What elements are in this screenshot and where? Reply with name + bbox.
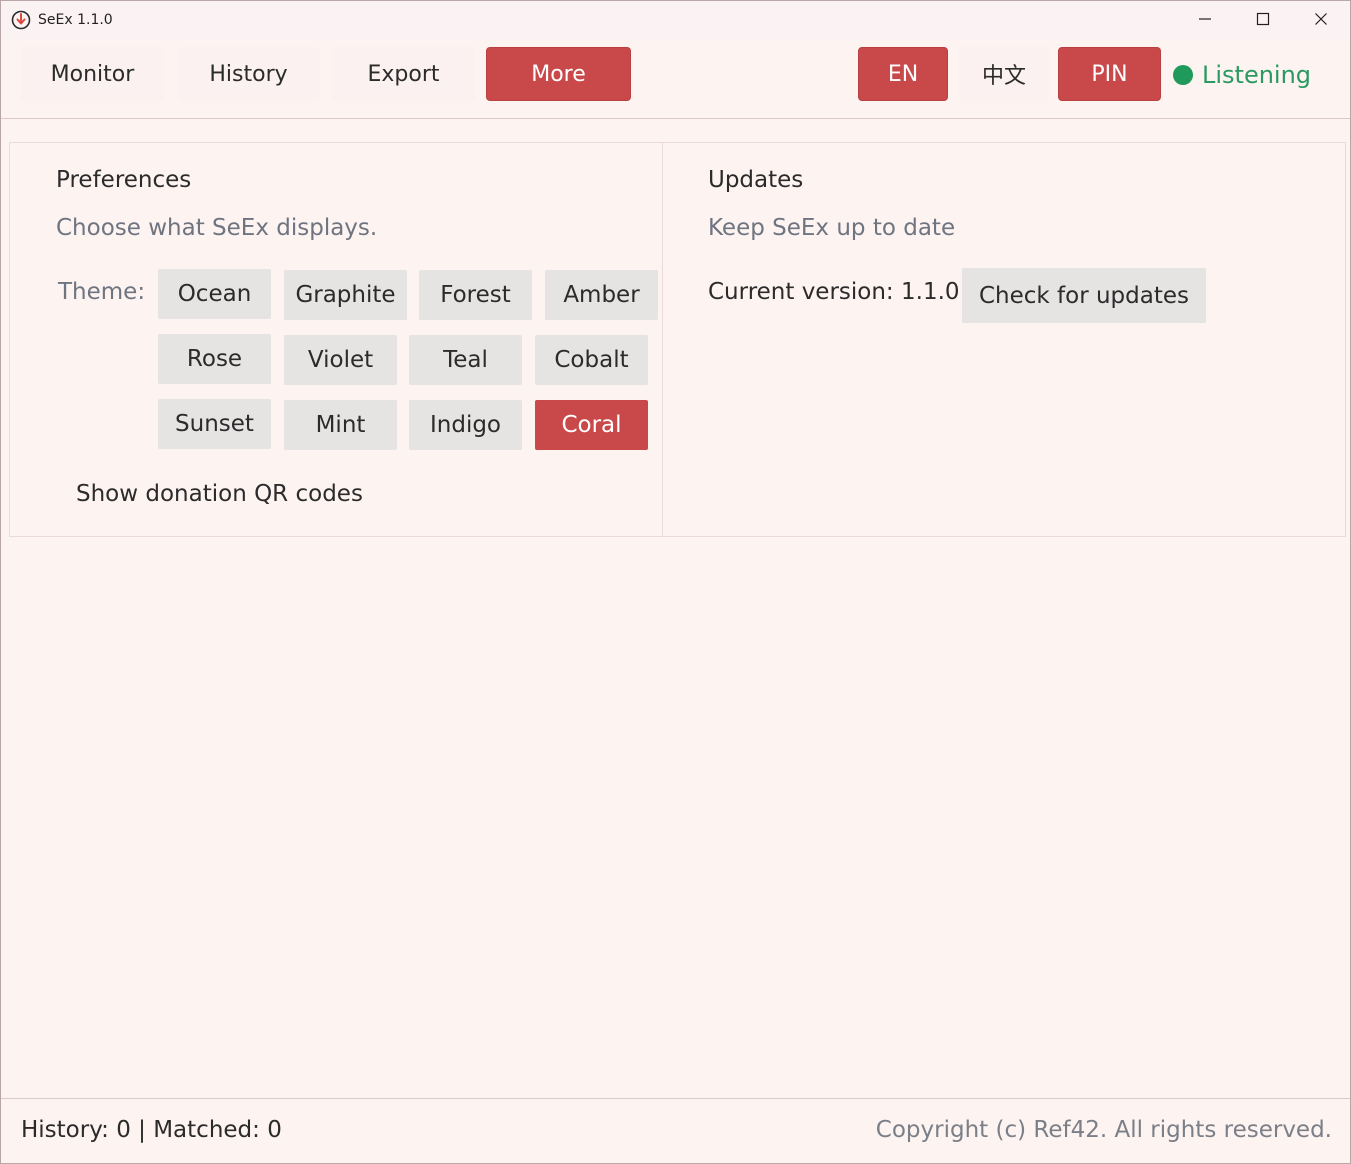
- close-button[interactable]: [1292, 1, 1350, 39]
- theme-forest-button[interactable]: Forest: [419, 270, 532, 320]
- app-logo-icon: [11, 10, 31, 30]
- theme-ocean-button[interactable]: Ocean: [158, 269, 271, 319]
- tab-monitor[interactable]: Monitor: [21, 47, 164, 101]
- title-bar: SeEx 1.1.0: [1, 1, 1350, 39]
- app-window: SeEx 1.1.0 Monitor History Export More E…: [0, 0, 1351, 1164]
- tab-history[interactable]: History: [177, 47, 320, 101]
- preferences-subtitle: Choose what SeEx displays.: [56, 215, 378, 241]
- theme-coral-button[interactable]: Coral: [535, 400, 648, 450]
- updates-subtitle: Keep SeEx up to date: [708, 215, 956, 241]
- theme-label: Theme:: [58, 279, 146, 305]
- tab-export[interactable]: Export: [332, 47, 475, 101]
- theme-teal-button[interactable]: Teal: [409, 335, 522, 385]
- check-updates-button[interactable]: Check for updates: [962, 268, 1206, 323]
- listening-status: Listening: [1173, 59, 1311, 91]
- status-footer: History: 0 | Matched: 0 Copyright (c) Re…: [1, 1098, 1350, 1163]
- status-label: Listening: [1202, 61, 1312, 89]
- donation-qr-toggle[interactable]: Show donation QR codes: [76, 481, 363, 507]
- preferences-heading: Preferences: [56, 167, 192, 193]
- close-icon: [1314, 11, 1328, 30]
- maximize-button[interactable]: [1234, 1, 1292, 39]
- copyright-text: Copyright (c) Ref42. All rights reserved…: [875, 1117, 1332, 1143]
- theme-graphite-button[interactable]: Graphite: [284, 270, 407, 320]
- theme-mint-button[interactable]: Mint: [284, 400, 397, 450]
- main-toolbar: Monitor History Export More EN 中文 PIN Li…: [1, 39, 1350, 119]
- status-dot-icon: [1173, 65, 1193, 85]
- language-zh-button[interactable]: 中文: [959, 47, 1049, 101]
- current-version-label: Current version: 1.1.0: [708, 279, 960, 305]
- minimize-icon: [1198, 11, 1212, 30]
- theme-rose-button[interactable]: Rose: [158, 334, 271, 384]
- language-en-button[interactable]: EN: [858, 47, 948, 101]
- window-title: SeEx 1.1.0: [38, 12, 113, 28]
- updates-heading: Updates: [708, 167, 804, 193]
- theme-cobalt-button[interactable]: Cobalt: [535, 335, 648, 385]
- tab-more[interactable]: More: [486, 47, 631, 101]
- pin-button[interactable]: PIN: [1058, 47, 1161, 101]
- theme-sunset-button[interactable]: Sunset: [158, 399, 271, 449]
- theme-amber-button[interactable]: Amber: [545, 270, 658, 320]
- theme-violet-button[interactable]: Violet: [284, 335, 397, 385]
- updates-panel: Updates Keep SeEx up to date Current ver…: [662, 142, 1346, 537]
- minimize-button[interactable]: [1176, 1, 1234, 39]
- theme-indigo-button[interactable]: Indigo: [409, 400, 522, 450]
- preferences-panel: Preferences Choose what SeEx displays. T…: [9, 142, 663, 537]
- maximize-icon: [1256, 11, 1270, 30]
- history-match-counts: History: 0 | Matched: 0: [21, 1117, 282, 1143]
